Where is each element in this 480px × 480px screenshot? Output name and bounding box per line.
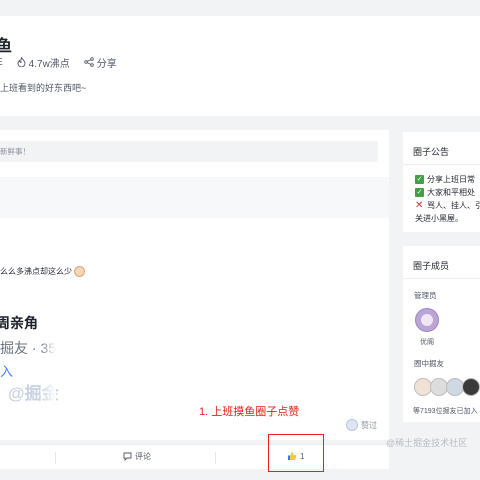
action-separator [215, 452, 216, 464]
check-icon: ✓ [415, 188, 424, 197]
announcement-line: ✓ 分享上班日常 [415, 175, 475, 184]
share-icon [84, 57, 94, 67]
action-separator [55, 452, 56, 464]
share-button[interactable]: 分享 [84, 55, 117, 70]
admin-label: 管理员 [414, 291, 437, 300]
announcement-card: 圈子公告 ✓ 分享上班日常 ✓ 大家和平相处 ✕ 骂人、挂人、引 关进小黑屋。 [403, 132, 480, 232]
member-count: 等7193位掘友已加入 [413, 408, 478, 415]
liker-avatar [346, 419, 358, 431]
members-stat: E [0, 57, 3, 68]
hot-stat: 4.7w沸点 [17, 55, 70, 70]
members-title: 圈子成员 [413, 261, 450, 271]
comment-icon [123, 452, 132, 461]
circle-title: 鱼 [0, 38, 13, 55]
announcement-line: 关进小黑屋。 [415, 214, 463, 223]
emoji-face-icon [74, 266, 85, 277]
check-icon: ✓ [415, 175, 424, 184]
annotation-label: 1. 上班摸鱼圈子点赞 [199, 406, 300, 418]
members-fragment: E [0, 57, 3, 68]
site-watermark: @稀土掘金技术社区 [386, 438, 468, 448]
announcement-line: ✓ 大家和平相处 [415, 188, 475, 197]
feed-divider [0, 177, 389, 218]
link-preview-enter[interactable]: 入 [0, 361, 13, 380]
hot-count: 4.7w沸点 [28, 58, 70, 70]
announcement-line: ✕ 骂人、挂人、引 [415, 200, 480, 211]
card-rule [403, 164, 480, 165]
friends-label: 圈中掘友 [414, 359, 444, 368]
compose-input[interactable]: 新鲜事！ [0, 141, 378, 162]
likers-label: 赞过 [361, 420, 377, 430]
friend-avatar[interactable] [462, 378, 480, 396]
likers-row[interactable]: 赞过 [346, 419, 377, 431]
post-text: 么么多沸点却这么少 [0, 266, 85, 277]
admin-avatar[interactable] [415, 308, 439, 332]
post-action-bar: 评论 1 [0, 444, 389, 469]
like-highlight-box [268, 434, 324, 472]
post-body: 么么多沸点却这么少 [0, 267, 72, 276]
share-label: 分享 [96, 58, 117, 70]
comment-button[interactable]: 评论 [123, 451, 151, 462]
card-rule [403, 278, 480, 279]
flame-icon [17, 57, 26, 67]
announcement-title: 圈子公告 [413, 147, 450, 157]
circle-description: 上班看到的好东西吧~ [0, 83, 87, 93]
comment-label: 评论 [135, 452, 151, 461]
preview-fade [40, 332, 56, 404]
link-preview-title[interactable]: 周亲角 [0, 313, 38, 333]
circle-stats: E 4.7w沸点 分享 [0, 55, 131, 70]
admin-name[interactable]: 优阁 [420, 337, 434, 347]
cross-icon: ✕ [415, 200, 424, 211]
